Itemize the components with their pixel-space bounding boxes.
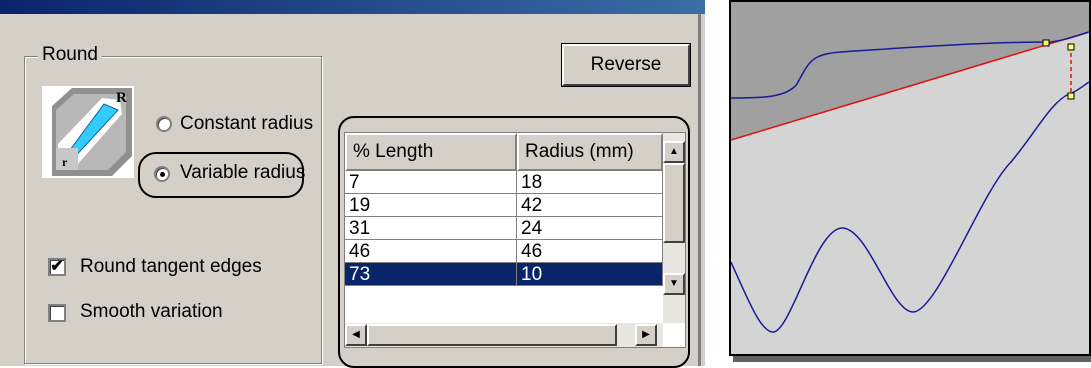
shaded-region bbox=[731, 2, 1089, 140]
vertical-scrollbar[interactable]: ▲ ▼ bbox=[663, 133, 685, 323]
radius-cell[interactable]: 18 bbox=[517, 171, 663, 194]
group-label: Round bbox=[38, 44, 102, 66]
variable-radius-radio[interactable] bbox=[154, 166, 170, 182]
length-cell[interactable]: 73 bbox=[345, 263, 517, 286]
radius-graph-panel[interactable] bbox=[729, 0, 1091, 356]
column-header-radius[interactable]: Radius (mm) bbox=[517, 133, 663, 171]
round-tangent-checkbox[interactable]: ✔ bbox=[48, 258, 66, 276]
icon-small-r: r bbox=[62, 155, 68, 169]
length-cell[interactable]: 31 bbox=[345, 217, 517, 240]
length-cell[interactable]: 19 bbox=[345, 194, 517, 217]
reverse-button[interactable]: Reverse bbox=[561, 43, 691, 87]
variable-round-icon: R r bbox=[42, 86, 134, 178]
length-cell[interactable]: 7 bbox=[345, 171, 517, 194]
constant-radius-label[interactable]: Constant radius bbox=[180, 113, 313, 135]
smooth-variation-label[interactable]: Smooth variation bbox=[80, 301, 223, 323]
horizontal-scrollbar[interactable]: ◀ ▶ bbox=[345, 323, 663, 347]
variable-radius-label[interactable]: Variable radius bbox=[180, 162, 305, 184]
constant-radius-radio[interactable] bbox=[156, 116, 172, 132]
round-tangent-label[interactable]: Round tangent edges bbox=[80, 256, 262, 278]
hscroll-thumb[interactable] bbox=[367, 324, 617, 346]
radius-cell[interactable]: 42 bbox=[517, 194, 663, 217]
scroll-down-button[interactable]: ▼ bbox=[663, 273, 685, 295]
control-handle bbox=[1067, 92, 1075, 100]
length-cell[interactable]: 46 bbox=[345, 240, 517, 263]
smooth-variation-checkbox[interactable] bbox=[48, 304, 66, 322]
graph-shadow bbox=[733, 356, 1091, 362]
scroll-left-button[interactable]: ◀ bbox=[345, 324, 367, 346]
table-row-selected[interactable]: 73 10 bbox=[345, 263, 663, 286]
dialog-edge bbox=[698, 14, 701, 366]
table-row[interactable]: 31 24 bbox=[345, 217, 663, 240]
scroll-right-button[interactable]: ▶ bbox=[635, 324, 657, 346]
control-handle bbox=[1042, 39, 1050, 47]
radius-cell[interactable]: 24 bbox=[517, 217, 663, 240]
title-bar bbox=[0, 0, 705, 14]
radius-table[interactable]: % Length Radius (mm) 7 18 19 42 31 24 46… bbox=[344, 132, 686, 348]
icon-big-r: R bbox=[116, 90, 127, 106]
radio-selected-dot bbox=[160, 172, 165, 177]
scroll-up-button[interactable]: ▲ bbox=[663, 141, 685, 163]
table-row[interactable]: 7 18 bbox=[345, 171, 663, 194]
column-header-length[interactable]: % Length bbox=[345, 133, 517, 171]
round-dialog: Round R r Constant radius Variable radiu… bbox=[0, 0, 705, 368]
radius-cell[interactable]: 46 bbox=[517, 240, 663, 263]
table-row[interactable]: 19 42 bbox=[345, 194, 663, 217]
scroll-thumb[interactable] bbox=[663, 163, 685, 243]
radius-cell[interactable]: 10 bbox=[517, 263, 663, 286]
control-handle bbox=[1067, 43, 1075, 51]
table-row[interactable]: 46 46 bbox=[345, 240, 663, 263]
